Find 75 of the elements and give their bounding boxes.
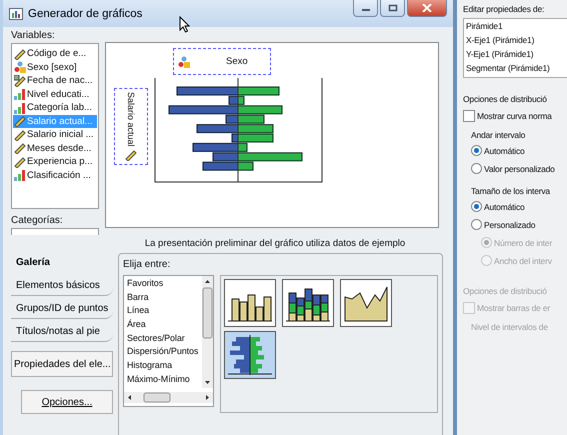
nominal-balls-icon <box>178 56 190 68</box>
properties-list-item[interactable]: Segmentar (Pirámide1) <box>466 63 565 77</box>
chart-type-item[interactable]: Dispersión/Puntos <box>127 346 201 360</box>
element-properties-button[interactable]: Propiedades del ele... <box>11 351 113 377</box>
chart-type-item[interactable]: Histograma <box>127 360 201 374</box>
chart-type-item[interactable]: Máximo-Mínimo <box>127 374 201 388</box>
chart-type-item[interactable]: Favoritos <box>127 278 201 292</box>
app-icon <box>9 8 23 20</box>
properties-list-item[interactable]: Y-Eje1 (Pirámide1) <box>466 49 565 63</box>
ordinal-bars-icon <box>14 88 26 100</box>
section-heading: Opciones de distribució <box>463 94 547 104</box>
chart-type-item[interactable]: Barra <box>127 292 201 306</box>
maximize-icon <box>388 4 398 12</box>
bar-chart-thumbnail[interactable] <box>224 279 276 327</box>
ruler-icon <box>14 115 26 128</box>
group-heading: Tamaño de los interva <box>471 186 550 196</box>
choose-from-label: Elija entre: <box>123 259 172 272</box>
horizontal-scrollbar[interactable] <box>124 392 213 403</box>
preview-caption: La presentación preliminar del gráfico utiliza datos de ejemplo <box>144 237 406 249</box>
variable-item[interactable]: Experiencia p... <box>13 155 97 168</box>
variable-item[interactable]: Fecha de nac... <box>13 74 97 88</box>
nominal-balls-icon <box>14 61 26 74</box>
ruler-icon <box>14 156 26 168</box>
ruler-icon <box>125 148 137 161</box>
variable-item[interactable]: Salario inicial ... <box>13 128 97 142</box>
window-title: Generador de gráficos <box>28 8 142 20</box>
radio-label: Número de inter <box>494 238 552 248</box>
properties-list-item[interactable]: Pirámide1 <box>466 21 565 35</box>
ruler-icon <box>14 142 26 154</box>
area-chart-thumbnail[interactable] <box>340 279 392 327</box>
variables-label: Variables: <box>11 30 56 43</box>
pointer-cursor-icon <box>179 16 190 33</box>
radio-label: Personalizado <box>484 220 536 230</box>
ordinal-bars-icon <box>14 169 26 182</box>
y-axis-drop-zone[interactable]: Salario actual <box>114 88 148 165</box>
checkbox-label: Mostrar barras de er <box>477 303 550 313</box>
calendar-ruler-icon <box>14 74 26 87</box>
radio-button[interactable] <box>471 145 482 156</box>
section-heading: Opciones de distribució <box>463 286 547 296</box>
stacked-bar-chart-thumbnail[interactable] <box>282 279 334 327</box>
group-heading: Nivel de intervalos de <box>471 322 548 332</box>
radio-label: Automático <box>484 146 525 156</box>
variable-item[interactable]: Código de e... <box>13 47 97 60</box>
radio-button[interactable] <box>471 219 482 230</box>
variable-item[interactable]: Categoría lab... <box>13 101 97 114</box>
categories-label: Categorías: <box>11 215 64 228</box>
maximize-button[interactable] <box>380 0 405 17</box>
radio-label: Automático <box>484 202 525 212</box>
options-button[interactable]: Opciones... <box>21 390 113 414</box>
radio-label: Valor personalizado <box>484 164 555 174</box>
properties-list-item[interactable]: X-Eje1 (Pirámide1) <box>466 35 565 49</box>
checkbox-label: Mostrar curva norma <box>477 111 552 121</box>
edit-properties-label: Editar propiedades de: <box>463 4 544 14</box>
ruler-icon <box>14 48 26 60</box>
chart-type-item[interactable]: Sectores/Polar <box>127 332 201 346</box>
radio-button[interactable] <box>471 201 482 212</box>
pyramid-chart-thumbnail[interactable] <box>224 331 276 379</box>
minimize-button[interactable] <box>353 0 378 17</box>
vertical-scrollbar[interactable] <box>202 276 213 388</box>
x-axis-drop-zone[interactable]: Sexo <box>173 48 271 75</box>
variable-item[interactable]: Sexo [sexo] <box>13 60 97 74</box>
radio-label: Ancho del interv <box>494 256 552 266</box>
close-button[interactable] <box>407 0 447 17</box>
radio-button[interactable] <box>471 163 482 174</box>
group-heading: Andar intervalo <box>471 130 526 140</box>
ruler-icon <box>14 128 26 141</box>
checkbox[interactable] <box>463 110 475 122</box>
variable-item[interactable]: Clasificación ... <box>13 168 97 182</box>
ordinal-bars-icon <box>14 102 26 114</box>
variable-item[interactable]: Nivel educati... <box>13 88 97 101</box>
gallery-tab[interactable]: Galería <box>11 253 113 273</box>
chart-type-item[interactable]: Línea <box>127 305 201 320</box>
variable-item[interactable]: Meses desde... <box>13 142 97 155</box>
chart-type-item[interactable]: Área <box>127 319 201 333</box>
close-icon <box>422 4 432 12</box>
